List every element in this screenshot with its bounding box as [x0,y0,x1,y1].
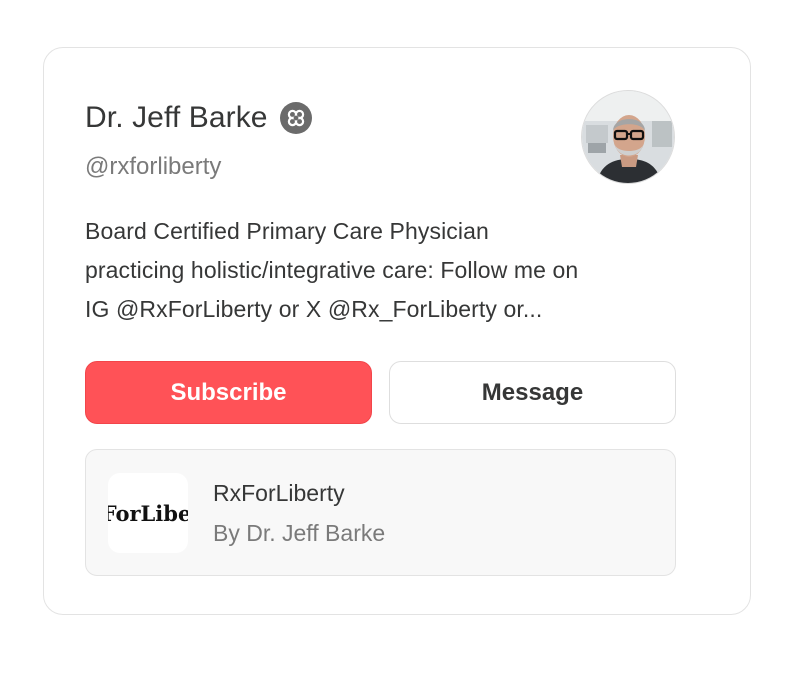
publication-logo: RxForLiberty [108,473,188,553]
message-button[interactable]: Message [389,361,676,424]
profile-card: Dr. Jeff Barke @rxforliberty Board Certi… [43,47,751,615]
name-row: Dr. Jeff Barke [85,100,312,136]
publication-title[interactable]: RxForLiberty [213,478,345,508]
avatar[interactable] [581,90,675,184]
bio-line: Board Certified Primary Care Physician [85,218,489,244]
profile-name[interactable]: Dr. Jeff Barke [85,100,268,136]
publication-card[interactable]: RxForLiberty RxForLiberty By Dr. Jeff Ba… [85,449,676,576]
profile-bio: Board Certified Primary Care Physician p… [85,212,685,329]
publication-logo-text: RxForLiberty [108,500,188,526]
bio-line: practicing holistic/integrative care: Fo… [85,257,579,283]
publication-byline: By Dr. Jeff Barke [213,520,386,546]
subscribe-button[interactable]: Subscribe [85,361,372,424]
profile-handle[interactable]: @rxforliberty [85,152,221,182]
badge-icon [279,102,312,134]
bio-line: IG @RxForLiberty or X @Rx_ForLiberty or.… [85,296,543,322]
